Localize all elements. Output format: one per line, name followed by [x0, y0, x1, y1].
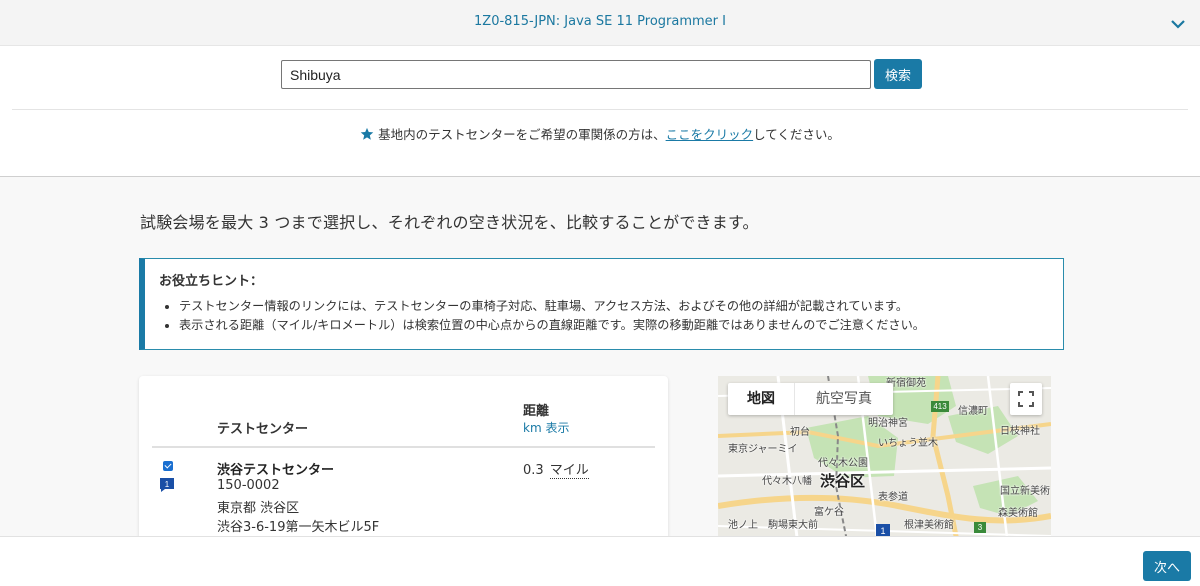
center-postal: 150-0002: [217, 478, 280, 493]
exam-header[interactable]: 1Z0-815-JPN: Java SE 11 Programmer I: [0, 0, 1200, 46]
fullscreen-button[interactable]: [1010, 383, 1042, 415]
center-address: 渋谷3-6-19第一矢木ビル5F: [217, 520, 380, 535]
map-marker-icon: 1: [160, 478, 174, 492]
map-pin-number: 1: [880, 526, 885, 536]
map-label-district: 渋谷区: [820, 472, 866, 490]
hint-item: テストセンター情報のリンクには、テストセンターの車椅子対応、駐車場、アクセス方法…: [179, 299, 925, 314]
unit-toggle-link[interactable]: km 表示: [523, 419, 569, 436]
map-label: 東京ジャーミイ: [728, 444, 798, 455]
map[interactable]: 413 3 1 新宿御苑 明治神宮 信濃町 初台 東京ジャーミイ いちょう並木 …: [718, 376, 1051, 546]
next-button[interactable]: 次へ: [1143, 551, 1191, 581]
route-number: 3: [978, 523, 983, 532]
route-number: 413: [933, 402, 947, 411]
map-label: 富ケ谷: [814, 507, 844, 518]
map-type-tabs: 地図 航空写真: [728, 383, 893, 415]
column-header-center: テストセンター: [217, 422, 309, 437]
results-panel: テストセンター 距離 km 表示 1 渋谷テストセンター 150-0002 東京…: [139, 376, 668, 546]
marker-number: 1: [165, 480, 170, 489]
map-label: 表参道: [878, 492, 908, 503]
select-checkbox[interactable]: [163, 461, 173, 471]
map-label: 明治神宮: [868, 418, 908, 429]
map-label: 国立新美術: [1000, 486, 1050, 497]
map-label: 池ノ上: [728, 520, 758, 531]
map-label: 根津美術館: [904, 520, 954, 531]
military-note: 基地内のテストセンターをご希望の軍関係の方は、ここをクリックしてください。: [0, 124, 1200, 143]
distance-number: 0.3: [523, 463, 544, 478]
column-header-distance: 距離: [523, 404, 550, 419]
distance-unit: マイル: [549, 463, 589, 479]
hint-item: 表示される距離（マイル/キロメートル）は検索位置の中心点からの直線距離です。実際…: [179, 318, 925, 333]
intro-text: 試験会場を最大 3 つまで選択し、それぞれの空き状況を、比較することができます。: [140, 213, 759, 232]
map-label: いちょう並木: [878, 438, 938, 449]
map-label: 代々木公園: [818, 458, 868, 469]
star-icon: [360, 127, 374, 140]
search-button[interactable]: 検索: [874, 59, 922, 89]
map-label: 代々木八幡: [762, 476, 812, 487]
hint-list: テストセンター情報のリンクには、テストセンターの車椅子対応、駐車場、アクセス方法…: [179, 299, 925, 337]
map-label: 初台: [790, 427, 810, 438]
hint-title: お役立ちヒント：: [159, 274, 264, 289]
distance-value: 0.3 マイル: [523, 459, 589, 479]
footer-bar: 次へ: [0, 536, 1200, 586]
tab-map[interactable]: 地図: [728, 383, 794, 415]
center-city: 東京都 渋谷区: [217, 501, 300, 516]
fullscreen-icon: [1018, 391, 1034, 407]
map-label: 森美術館: [998, 508, 1038, 519]
header-divider: [152, 446, 655, 448]
military-note-prefix: 基地内のテストセンターをご希望の軍関係の方は、: [378, 127, 666, 142]
search-input[interactable]: [281, 60, 871, 89]
military-link[interactable]: ここをクリック: [666, 127, 754, 142]
hint-box: お役立ちヒント： テストセンター情報のリンクには、テストセンターの車椅子対応、駐…: [139, 258, 1064, 350]
center-name[interactable]: 渋谷テストセンター: [217, 459, 334, 478]
tab-satellite[interactable]: 航空写真: [794, 383, 893, 415]
map-label: 日枝神社: [1000, 426, 1040, 437]
chevron-down-icon[interactable]: [1168, 14, 1188, 34]
map-label: 駒場東大前: [768, 520, 818, 531]
divider: [12, 109, 1188, 110]
military-note-suffix: してください。: [753, 127, 840, 142]
map-label: 信濃町: [958, 406, 988, 417]
search-section: 検索 基地内のテストセンターをご希望の軍関係の方は、ここをクリックしてください。: [0, 46, 1200, 177]
exam-title: 1Z0-815-JPN: Java SE 11 Programmer I: [474, 14, 726, 29]
